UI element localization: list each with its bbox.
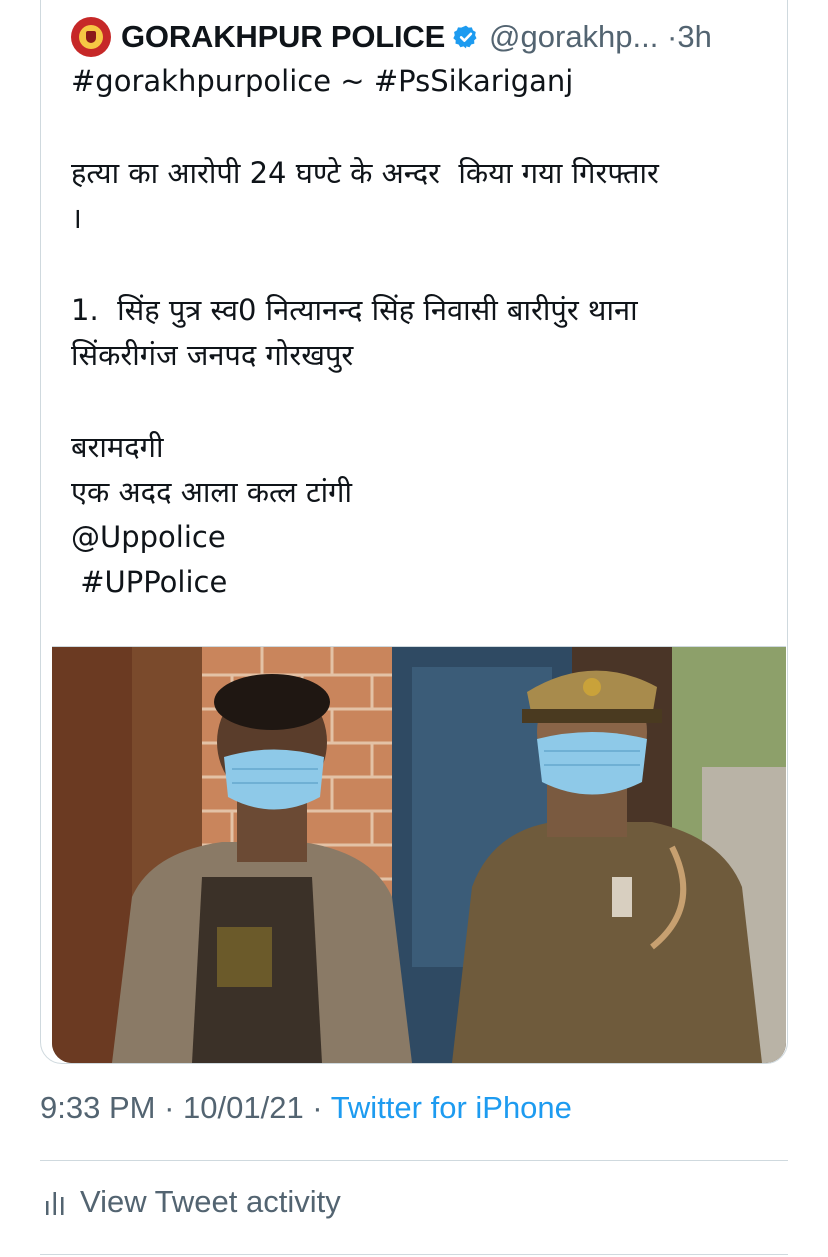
tweet-recovery-heading: बरामदगी [71,430,164,464]
tweet-headline-line: हत्या का आरोपी 24 घण्टे के अन्दर किया गय… [71,156,659,190]
tweet-date: 10/01/21 [183,1090,304,1125]
arrest-photo-image [52,647,786,1063]
divider [40,1160,788,1161]
police-emblem-icon [79,25,103,49]
dot-separator: · [667,19,678,54]
tweet-source-link[interactable]: Twitter for iPhone [331,1090,572,1125]
tweet-meta: 9:33 PM · 10/01/21 · Twitter for iPhone [40,1090,572,1126]
meta-separator: · [155,1090,184,1125]
tweet-header: GORAKHPUR POLICE @gorakhp... ·3h [71,15,712,59]
avatar[interactable] [71,17,111,57]
tweet-mention-link[interactable]: @Uppolice [71,515,761,560]
tweet-time: 9:33 PM [40,1090,156,1125]
verified-badge-icon [453,25,477,49]
tweet-headline-end-line: । [71,201,82,235]
tweet-photo[interactable] [52,646,786,1063]
tweet-hashtags-line[interactable]: #gorakhpurpolice ~ #PsSikariganj [71,59,761,104]
bar-chart-icon [46,1192,64,1215]
tweet-address-line: सिंकरीगंज जनपद गोरखपुर [71,338,354,372]
author-name[interactable]: GORAKHPUR POLICE [121,19,445,55]
tweet-card: GORAKHPUR POLICE @gorakhp... ·3h #gorakh… [40,0,788,1064]
view-tweet-activity-button[interactable]: View Tweet activity [44,1184,341,1220]
divider [40,1254,788,1255]
author-handle[interactable]: @gorakhp... [489,19,658,54]
tweet-hashtag-link[interactable]: #UPPolice [71,560,761,605]
tweet-text: #gorakhpurpolice ~ #PsSikariganj हत्या क… [71,59,761,605]
meta-separator: · [303,1090,331,1125]
tweet-recovery-item: एक अदद आला कत्ल टांगी [71,475,352,509]
tweet-time-ago[interactable]: 3h [677,19,711,54]
tweet-accused-line: 1. सिंह पुत्र स्व0 नित्यानन्द सिंह निवास… [71,293,638,327]
view-tweet-activity-label: View Tweet activity [80,1184,341,1219]
